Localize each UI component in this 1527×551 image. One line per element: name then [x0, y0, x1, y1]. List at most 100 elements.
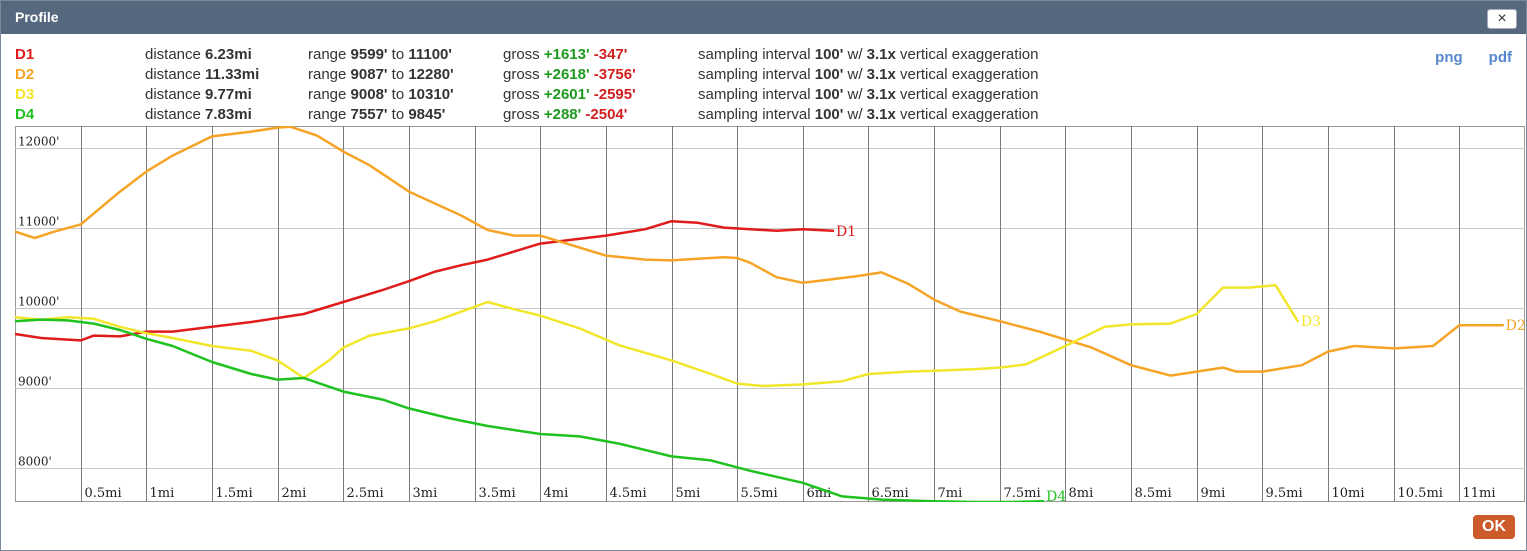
title-bar: Profile ×: [1, 1, 1526, 34]
sampling-interval: 100': [814, 86, 844, 103]
sampling-field: sampling interval 100' w/ 3.1x vertical …: [698, 46, 1038, 63]
y-tick-label: 12000': [18, 135, 59, 149]
range-field: range 9599' to 11100': [308, 46, 452, 63]
x-tick-label: 10.5mi: [1398, 486, 1443, 501]
exaggeration-value: 3.1x: [866, 66, 896, 83]
sampling-interval: 100': [814, 66, 844, 83]
x-tick-label: 3mi: [413, 486, 438, 501]
x-tick-label: 11mi: [1463, 486, 1496, 501]
sampling-field: sampling interval 100' w/ 3.1x vertical …: [698, 86, 1038, 103]
export-links: png pdf: [1409, 49, 1512, 66]
sampling-label: sampling interval: [698, 46, 811, 63]
gross-loss: -2504': [585, 106, 628, 123]
range-field: range 9008' to 10310': [308, 86, 454, 103]
x-tick-label: 5.5mi: [741, 486, 778, 501]
x-tick-label: 9mi: [1201, 486, 1226, 501]
sampling-field: sampling interval 100' w/ 3.1x vertical …: [698, 66, 1038, 83]
gross-field: gross +1613' -347': [503, 46, 627, 63]
range-to: to: [391, 66, 405, 83]
gross-label: gross: [503, 66, 540, 83]
distance-field: distance 9.77mi: [145, 86, 252, 103]
with-label: w/: [847, 46, 863, 63]
series-label-d1: D1: [836, 224, 856, 240]
distance-label: distance: [145, 86, 201, 103]
dialog-title: Profile: [15, 9, 59, 25]
route-name: D1: [15, 46, 35, 63]
range-label: range: [308, 46, 347, 63]
distance-value: 11.33mi: [205, 66, 260, 83]
x-tick-label: 8mi: [1069, 486, 1094, 501]
range-min: 9087': [350, 66, 388, 83]
x-tick-label: 5mi: [676, 486, 701, 501]
ok-button[interactable]: OK: [1473, 515, 1515, 539]
x-tick-label: 10mi: [1332, 486, 1365, 501]
with-label: w/: [847, 106, 863, 123]
range-min: 9599': [350, 46, 388, 63]
vertical-label: vertical exaggeration: [900, 46, 1039, 63]
range-max: 9845': [408, 106, 446, 123]
series-label-d2: D2: [1506, 318, 1525, 334]
x-tick-label: 0.5mi: [85, 486, 122, 501]
range-min: 7557': [350, 106, 388, 123]
sampling-label: sampling interval: [698, 66, 811, 83]
range-max: 11100': [408, 46, 452, 63]
x-tick-label: 7mi: [938, 486, 963, 501]
distance-value: 9.77mi: [205, 86, 252, 103]
sampling-interval: 100': [814, 46, 844, 63]
x-tick-label: 4.5mi: [610, 486, 647, 501]
gross-field: gross +2601' -2595': [503, 86, 636, 103]
series-label-d4: D4: [1046, 489, 1066, 502]
gross-gain: +2601': [543, 86, 590, 103]
sampling-label: sampling interval: [698, 86, 811, 103]
x-tick-label: 1mi: [150, 486, 175, 501]
pdf-export-link[interactable]: pdf: [1489, 49, 1512, 66]
gross-gain: +288': [543, 106, 582, 123]
with-label: w/: [847, 66, 863, 83]
range-field: range 7557' to 9845': [308, 106, 445, 123]
close-button[interactable]: ×: [1487, 9, 1517, 29]
gross-label: gross: [503, 86, 540, 103]
plot-area: [15, 126, 1525, 502]
sampling-label: sampling interval: [698, 106, 811, 123]
distance-label: distance: [145, 66, 201, 83]
x-tick-label: 2mi: [282, 486, 307, 501]
sampling-interval: 100': [814, 106, 844, 123]
elevation-profile-chart: 8000' 9000' 10000' 11000' 12000' 0.5mi 1mi 1.5m…: [15, 126, 1525, 502]
vertical-label: vertical exaggeration: [900, 66, 1039, 83]
route-name: D2: [15, 66, 35, 83]
range-label: range: [308, 86, 347, 103]
distance-label: distance: [145, 46, 201, 63]
range-label: range: [308, 106, 347, 123]
gross-gain: +1613': [543, 46, 590, 63]
range-field: range 9087' to 12280': [308, 66, 454, 83]
exaggeration-value: 3.1x: [866, 46, 896, 63]
with-label: w/: [847, 86, 863, 103]
x-tick-label: 1.5mi: [216, 486, 253, 501]
route-name: D4: [15, 106, 35, 123]
x-tick-label: 7.5mi: [1004, 486, 1041, 501]
profile-dialog: Profile × D1 distance 6.23mi range 9599' t…: [0, 0, 1527, 551]
gross-loss: -2595': [593, 86, 636, 103]
route-name: D3: [15, 86, 35, 103]
y-tick-label: 10000': [18, 295, 59, 309]
exaggeration-value: 3.1x: [866, 86, 896, 103]
exaggeration-value: 3.1x: [866, 106, 896, 123]
range-max: 12280': [408, 66, 454, 83]
distance-value: 6.23mi: [205, 46, 252, 63]
x-tick-label: 9.5mi: [1266, 486, 1303, 501]
vertical-label: vertical exaggeration: [900, 106, 1039, 123]
range-to: to: [391, 106, 405, 123]
range-label: range: [308, 66, 347, 83]
vertical-label: vertical exaggeration: [900, 86, 1039, 103]
distance-label: distance: [145, 106, 201, 123]
sampling-field: sampling interval 100' w/ 3.1x vertical …: [698, 106, 1038, 123]
png-export-link[interactable]: png: [1435, 49, 1463, 66]
distance-value: 7.83mi: [205, 106, 252, 123]
range-to: to: [391, 86, 405, 103]
range-min: 9008': [350, 86, 388, 103]
x-tick-label: 3.5mi: [479, 486, 516, 501]
distance-field: distance 6.23mi: [145, 46, 252, 63]
gross-loss: -3756': [593, 66, 636, 83]
gross-gain: +2618': [543, 66, 590, 83]
gross-field: gross +288' -2504': [503, 106, 627, 123]
